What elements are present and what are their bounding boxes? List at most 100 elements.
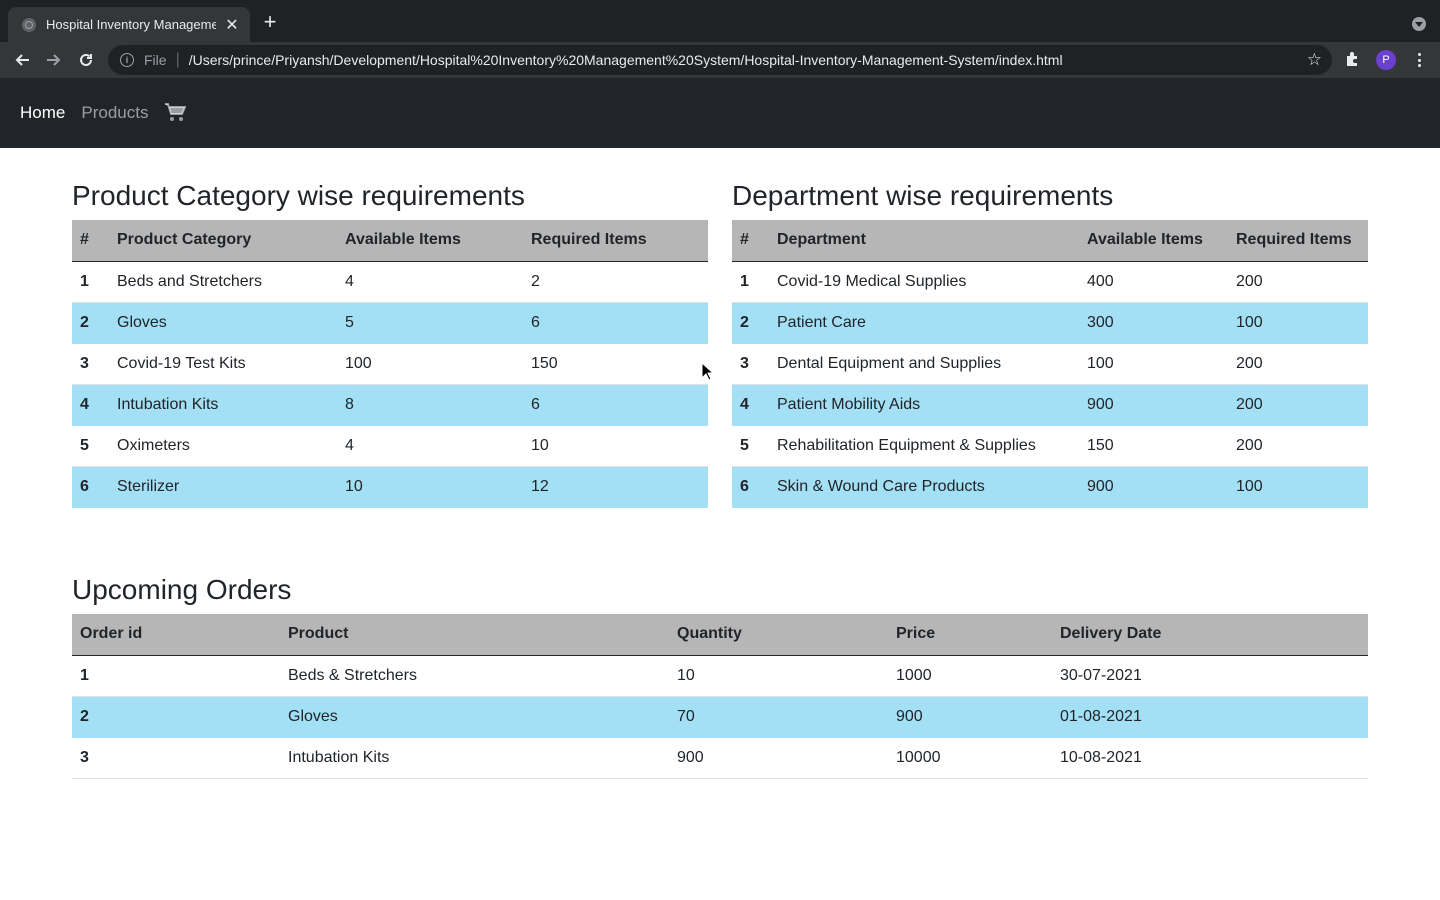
cell-department: Rehabilitation Equipment & Supplies <box>769 425 1079 467</box>
nav-home-link[interactable]: Home <box>20 103 65 123</box>
cell-product: Intubation Kits <box>280 737 669 779</box>
column-header: Quantity <box>669 614 888 656</box>
table-header-row: Order id Product Quantity Price Delivery… <box>72 614 1368 656</box>
cell-available: 150 <box>1079 425 1228 467</box>
cell-required: 6 <box>523 384 708 426</box>
table-row: 3 Intubation Kits 900 10000 10-08-2021 <box>72 737 1368 779</box>
reload-button[interactable] <box>70 46 102 74</box>
forward-button[interactable] <box>38 46 70 74</box>
row-index: 5 <box>72 425 109 467</box>
column-header: Required Items <box>1228 220 1368 262</box>
cell-category: Sterilizer <box>109 466 337 508</box>
cell-category: Oximeters <box>109 425 337 467</box>
site-navbar: Home Products <box>0 78 1440 148</box>
tab-search-icon[interactable] <box>1412 17 1426 31</box>
cell-available: 900 <box>1079 384 1228 426</box>
order-id: 1 <box>72 655 280 697</box>
cell-quantity: 70 <box>669 696 888 738</box>
cell-required: 200 <box>1228 261 1368 303</box>
department-table: # Department Available Items Required It… <box>732 220 1368 508</box>
table-row: 1 Beds & Stretchers 10 1000 30-07-2021 <box>72 655 1368 697</box>
row-index: 1 <box>72 261 109 303</box>
cell-available: 10 <box>337 466 523 508</box>
info-icon[interactable]: i <box>120 53 134 67</box>
row-index: 6 <box>72 466 109 508</box>
shopping-cart-icon[interactable] <box>164 102 187 122</box>
tab-title: Hospital Inventory Managemen <box>46 17 216 32</box>
cell-available: 100 <box>1079 343 1228 385</box>
cell-department: Skin & Wound Care Products <box>769 466 1079 508</box>
cell-available: 900 <box>1079 466 1228 508</box>
new-tab-button[interactable]: + <box>259 11 281 33</box>
cell-required: 2 <box>523 261 708 303</box>
category-section: Product Category wise requirements # Pro… <box>72 176 708 508</box>
row-index: 3 <box>72 343 109 385</box>
cell-department: Covid-19 Medical Supplies <box>769 261 1079 303</box>
mouse-cursor-icon <box>701 362 715 381</box>
column-header: Required Items <box>523 220 708 262</box>
cell-department: Patient Care <box>769 302 1079 344</box>
cell-required: 100 <box>1228 466 1368 508</box>
cell-required: 6 <box>523 302 708 344</box>
table-row: 3 Covid-19 Test Kits 100 150 <box>72 343 708 385</box>
orders-table: Order id Product Quantity Price Delivery… <box>72 614 1368 779</box>
cell-department: Patient Mobility Aids <box>769 384 1079 426</box>
browser-tabbar: Hospital Inventory Managemen ✕ + <box>0 0 1440 42</box>
row-index: 4 <box>72 384 109 426</box>
row-index: 6 <box>732 466 769 508</box>
table-row: 1 Covid-19 Medical Supplies 400 200 <box>732 261 1368 303</box>
bookmark-star-icon[interactable]: ☆ <box>1307 50 1322 70</box>
close-icon[interactable]: ✕ <box>224 15 240 35</box>
order-id: 2 <box>72 696 280 738</box>
cell-delivery-date: 10-08-2021 <box>1052 737 1368 779</box>
browser-tab[interactable]: Hospital Inventory Managemen ✕ <box>8 7 250 42</box>
cell-available: 5 <box>337 302 523 344</box>
cell-required: 100 <box>1228 302 1368 344</box>
address-separator: | <box>175 51 180 68</box>
table-row: 4 Intubation Kits 8 6 <box>72 384 708 426</box>
nav-products-link[interactable]: Products <box>81 103 148 123</box>
browser-toolbar: i File | /Users/prince/Priyansh/Developm… <box>0 42 1440 78</box>
more-menu-icon[interactable] <box>1410 51 1428 69</box>
arrow-right-icon <box>47 54 61 66</box>
reload-icon <box>80 53 92 66</box>
extensions-icon[interactable] <box>1344 50 1362 68</box>
cell-department: Dental Equipment and Supplies <box>769 343 1079 385</box>
cell-product: Beds & Stretchers <box>280 655 669 697</box>
table-row: 2 Patient Care 300 100 <box>732 302 1368 344</box>
cell-available: 4 <box>337 261 523 303</box>
cell-category: Covid-19 Test Kits <box>109 343 337 385</box>
cell-category: Gloves <box>109 302 337 344</box>
cell-delivery-date: 01-08-2021 <box>1052 696 1368 738</box>
address-bar[interactable]: i File | /Users/prince/Priyansh/Developm… <box>108 45 1332 75</box>
cell-price: 900 <box>888 696 1052 738</box>
cell-delivery-date: 30-07-2021 <box>1052 655 1368 697</box>
table-row: 6 Skin & Wound Care Products 900 100 <box>732 466 1368 508</box>
cell-required: 200 <box>1228 384 1368 426</box>
column-header: Product <box>280 614 669 656</box>
cell-required: 10 <box>523 425 708 467</box>
scheme-label: File <box>144 52 167 68</box>
cell-price: 10000 <box>888 737 1052 779</box>
cell-required: 12 <box>523 466 708 508</box>
cell-available: 8 <box>337 384 523 426</box>
column-header: Department <box>769 220 1079 262</box>
globe-icon <box>22 17 36 32</box>
column-header: Available Items <box>337 220 523 262</box>
orders-section: Upcoming Orders Order id Product Quantit… <box>72 570 1368 779</box>
row-index: 5 <box>732 425 769 467</box>
url-text[interactable]: /Users/prince/Priyansh/Development/Hospi… <box>189 52 1063 68</box>
row-index: 2 <box>732 302 769 344</box>
profile-avatar[interactable]: P <box>1376 50 1396 70</box>
table-header-row: # Department Available Items Required It… <box>732 220 1368 262</box>
cell-category: Intubation Kits <box>109 384 337 426</box>
back-button[interactable] <box>6 46 38 74</box>
table-header-row: # Product Category Available Items Requi… <box>72 220 708 262</box>
table-row: 5 Oximeters 4 10 <box>72 425 708 467</box>
table-row: 5 Rehabilitation Equipment & Supplies 15… <box>732 425 1368 467</box>
orders-table-title: Upcoming Orders <box>72 574 292 605</box>
cell-required: 150 <box>523 343 708 385</box>
cell-available: 300 <box>1079 302 1228 344</box>
category-table: # Product Category Available Items Requi… <box>72 220 708 508</box>
table-row: 3 Dental Equipment and Supplies 100 200 <box>732 343 1368 385</box>
